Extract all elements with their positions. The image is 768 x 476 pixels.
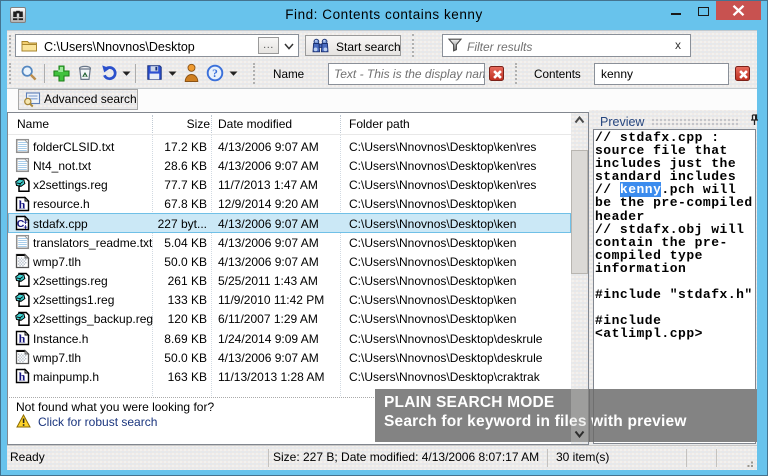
svg-text:?: ? — [212, 68, 218, 80]
svg-text:h: h — [19, 370, 26, 384]
svg-text:+: + — [23, 222, 28, 231]
svg-text:h: h — [19, 332, 26, 346]
svg-text:h: h — [19, 197, 26, 211]
